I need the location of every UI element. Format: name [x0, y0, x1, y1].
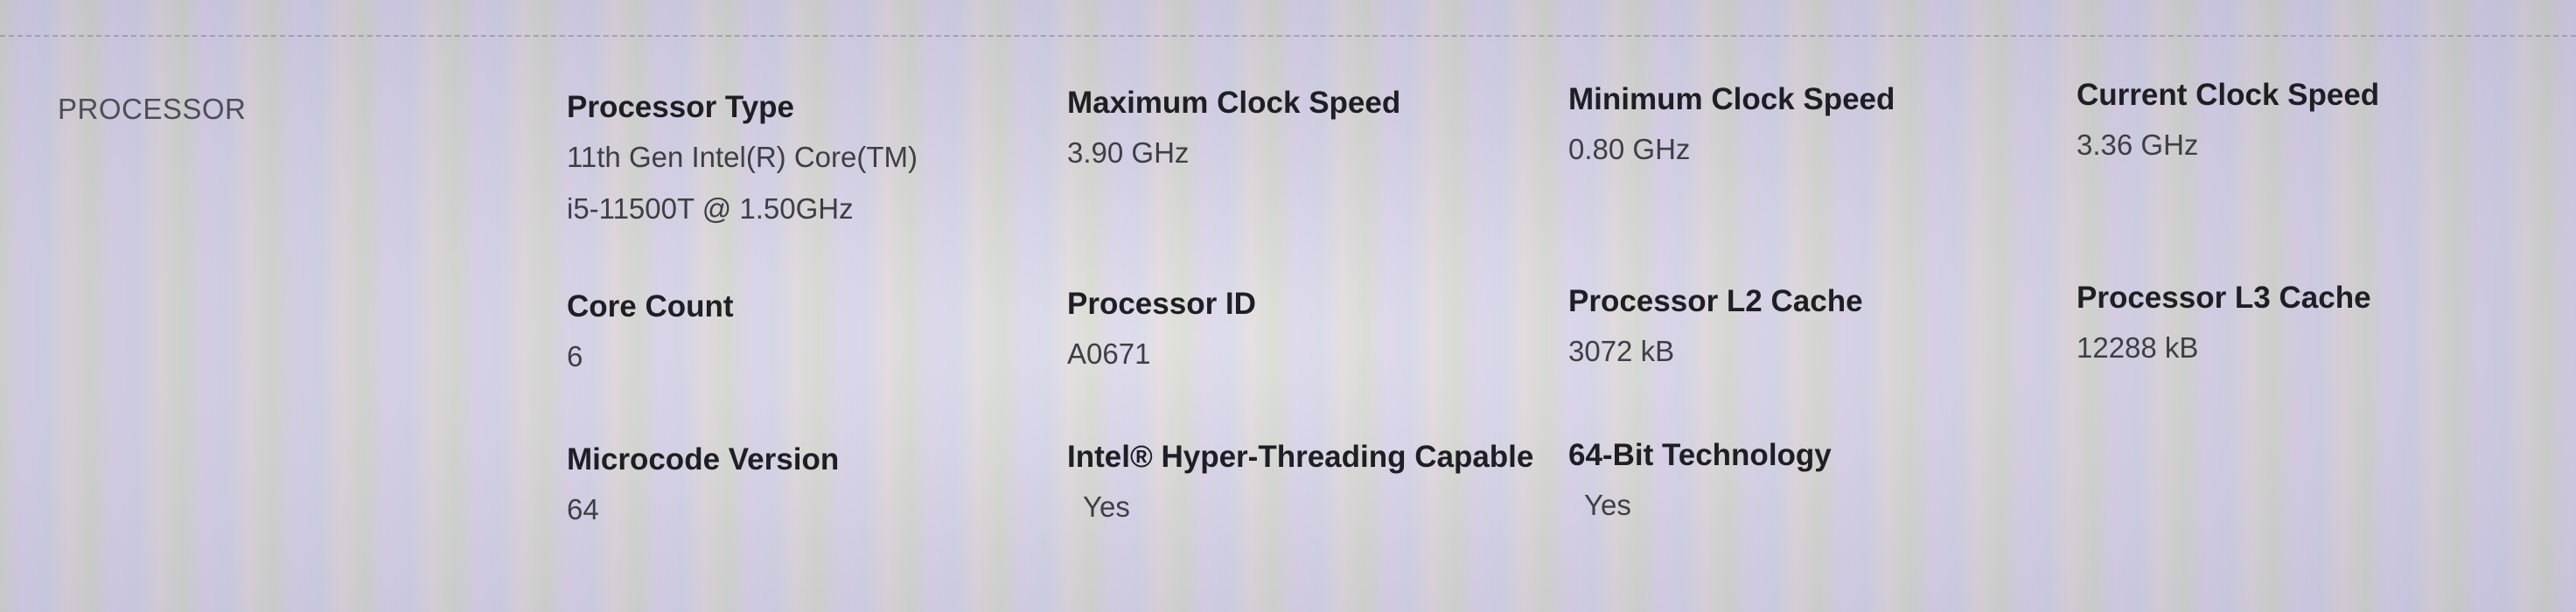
field-processor-id: Processor ID A0671 — [1067, 286, 1557, 379]
max-clock-label: Maximum Clock Speed — [1067, 86, 1401, 120]
microcode-value: 64 — [567, 493, 599, 525]
field-microcode: Microcode Version 64 — [567, 442, 1057, 535]
min-clock-value: 0.80 GHz — [1568, 133, 1691, 165]
field-current-clock: Current Clock Speed 3.36 GHz — [2077, 77, 2566, 170]
field-l3-cache: Processor L3 Cache 12288 kB — [2077, 280, 2566, 373]
hyperthreading-value: Yes — [1083, 490, 1130, 523]
min-clock-label: Minimum Clock Speed — [1568, 82, 1895, 116]
l3-cache-label: Processor L3 Cache — [2077, 281, 2371, 315]
processor-type-value-line2: i5-11500T @ 1.50GHz — [567, 192, 854, 225]
l3-cache-value: 12288 kB — [2077, 331, 2199, 364]
l2-cache-label: Processor L2 Cache — [1568, 284, 1863, 318]
processor-id-value: A0671 — [1067, 337, 1151, 370]
current-clock-value: 3.36 GHz — [2077, 129, 2199, 161]
field-processor-type: Processor Type 11th Gen Intel(R) Core(TM… — [567, 89, 1057, 234]
current-clock-label: Current Clock Speed — [2077, 78, 2380, 112]
core-count-label: Core Count — [567, 289, 734, 323]
field-core-count: Core Count 6 — [567, 289, 1057, 382]
bit64-label: 64-Bit Technology — [1568, 438, 1832, 472]
section-title: PROCESSOR — [58, 93, 247, 125]
microcode-label: Microcode Version — [567, 442, 840, 476]
field-hyperthreading: Intel® Hyper-Threading Capable Yes — [1067, 439, 1557, 532]
section-divider — [0, 35, 2576, 37]
field-l2-cache: Processor L2 Cache 3072 kB — [1568, 283, 2058, 377]
bit64-value: Yes — [1584, 489, 1631, 521]
hyperthreading-label: Intel® Hyper-Threading Capable — [1067, 440, 1534, 474]
processor-id-label: Processor ID — [1067, 287, 1256, 321]
core-count-value: 6 — [567, 340, 583, 372]
processor-type-value-line1: 11th Gen Intel(R) Core(TM) — [567, 141, 918, 173]
field-min-clock: Minimum Clock Speed 0.80 GHz — [1568, 81, 2058, 175]
field-64bit: 64-Bit Technology Yes — [1568, 437, 2058, 531]
field-max-clock: Maximum Clock Speed 3.90 GHz — [1067, 85, 1557, 178]
processor-type-label: Processor Type — [567, 90, 795, 124]
max-clock-value: 3.90 GHz — [1067, 136, 1190, 169]
l2-cache-value: 3072 kB — [1568, 335, 1675, 367]
